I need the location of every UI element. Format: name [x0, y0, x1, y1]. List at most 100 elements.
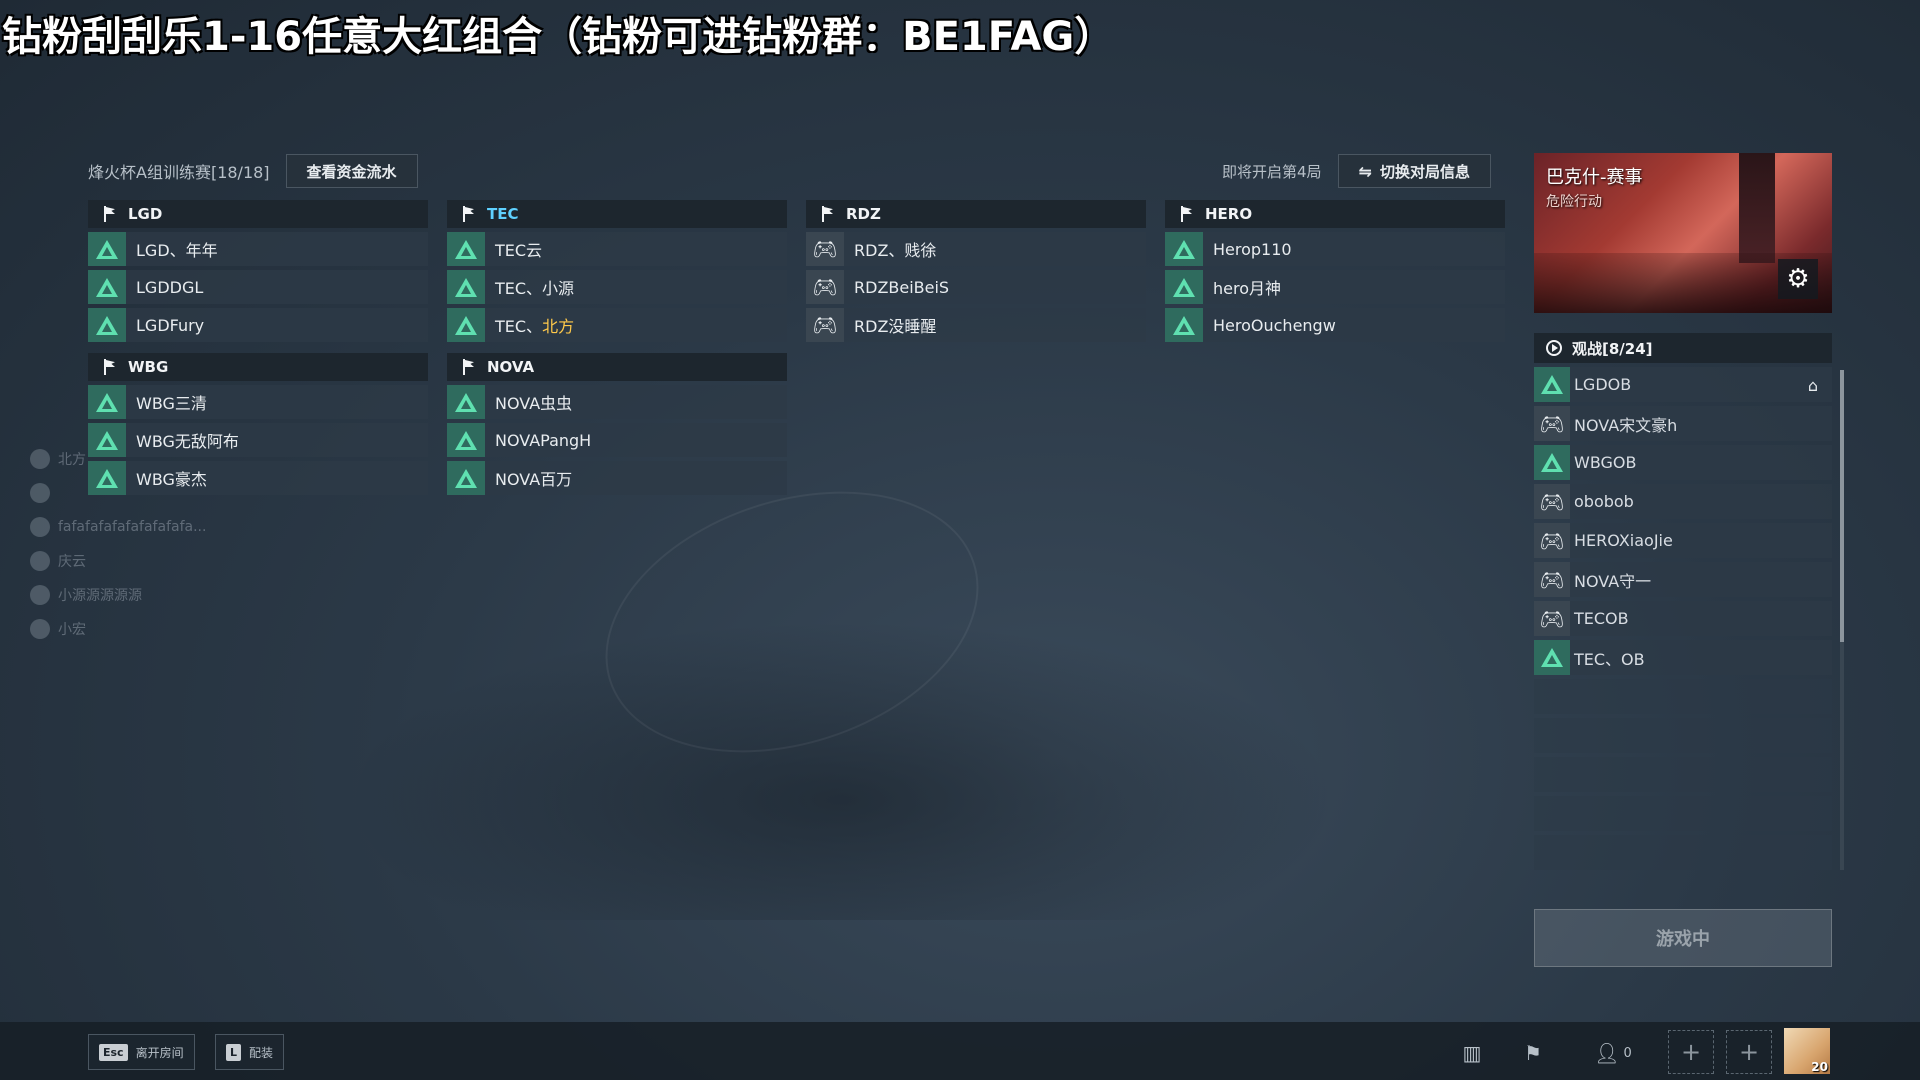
gamepad-icon: 🎮︎	[806, 232, 844, 266]
team-card-nova: NOVA NOVA虫虫 NOVAPangH NOVA百万	[447, 353, 787, 495]
flag-icon	[820, 206, 834, 222]
room-title: 烽火杯A组训练赛[18/18]	[88, 163, 270, 182]
map-card[interactable]: 巴克什-赛事 危险行动 ⚙	[1534, 153, 1832, 313]
triangle-icon	[1165, 270, 1203, 304]
avatar	[30, 517, 50, 537]
level-badge: 20	[1811, 1060, 1828, 1074]
round-note: 即将开启第4局	[1222, 162, 1322, 181]
avatar	[30, 585, 50, 605]
avatar	[30, 449, 50, 469]
flag-icon	[102, 206, 116, 222]
spectator-panel: 观战[8/24] LGDOB ⌂ 🎮︎ NOVA宋文豪h WBGOB 🎮︎ obobo…	[1534, 333, 1832, 870]
round-header: 即将开启第4局 ⇋ 切换对局信息	[1222, 154, 1491, 188]
spectator-slot[interactable]: 🎮︎ NOVA守一	[1534, 562, 1832, 597]
spectator-slot[interactable]: 🎮︎ HEROXiaoJie	[1534, 523, 1832, 558]
triangle-icon	[1534, 640, 1570, 675]
empty-spectator-slot[interactable]	[1534, 679, 1832, 714]
triangle-icon	[447, 270, 485, 304]
player-slot[interactable]: NOVA百万	[447, 461, 787, 495]
flag-icon	[1179, 206, 1193, 222]
triangle-icon	[1165, 308, 1203, 342]
team-card-tec: TEC TEC云 TEC、小源 TEC、北方	[447, 200, 787, 342]
gamepad-icon: 🎮︎	[1534, 562, 1570, 597]
loadout-button[interactable]: L 配装	[215, 1034, 285, 1070]
triangle-icon	[88, 308, 126, 342]
player-slot[interactable]: NOVA虫虫	[447, 385, 787, 419]
map-mode: 危险行动	[1546, 194, 1602, 210]
player-slot[interactable]: LGD、年年	[88, 232, 428, 266]
player-slot[interactable]: 🎮︎ RDZ没睡醒	[806, 308, 1146, 342]
team-card-rdz: RDZ 🎮︎ RDZ、贱徐 🎮︎ RDZBeiBeiS 🎮︎ RDZ没睡醒	[806, 200, 1146, 342]
spectator-scroll-thumb[interactable]	[1840, 370, 1844, 642]
chat-item: 小宏	[30, 612, 206, 646]
swap-icon: ⇋	[1358, 161, 1372, 181]
triangle-icon	[88, 461, 126, 495]
team-header: HERO	[1165, 200, 1505, 228]
team-header: LGD	[88, 200, 428, 228]
triangle-icon	[447, 461, 485, 495]
avatar	[30, 551, 50, 571]
triangle-icon	[1165, 232, 1203, 266]
player-slot[interactable]: 🎮︎ RDZ、贱徐	[806, 232, 1146, 266]
gamepad-icon: 🎮︎	[806, 308, 844, 342]
gamepad-icon: 🎮︎	[1534, 601, 1570, 636]
gamepad-icon: 🎮︎	[806, 270, 844, 304]
spectator-header: 观战[8/24]	[1534, 333, 1832, 363]
flag-icon[interactable]: ⚑	[1516, 1036, 1550, 1070]
l-key: L	[226, 1043, 242, 1061]
player-slot[interactable]: HeroOuchengw	[1165, 308, 1505, 342]
flag-icon	[102, 359, 116, 375]
player-slot[interactable]: NOVAPangH	[447, 423, 787, 457]
spectator-slot[interactable]: 🎮︎ NOVA宋文豪h	[1534, 406, 1832, 441]
gamepad-icon: 🎮︎	[1534, 523, 1570, 558]
gear-icon[interactable]: ⚙	[1778, 259, 1818, 299]
player-slot[interactable]: LGDFury	[88, 308, 428, 342]
player-slot[interactable]: TEC云	[447, 232, 787, 266]
triangle-icon	[88, 385, 126, 419]
player-slot[interactable]: 🎮︎ RDZBeiBeiS	[806, 270, 1146, 304]
empty-spectator-slot[interactable]	[1534, 718, 1832, 753]
friends-icon[interactable]: 👤︎ 0	[1588, 1036, 1638, 1070]
view-funds-button[interactable]: 查看资金流水	[285, 154, 418, 188]
map-title: 巴克什-赛事	[1546, 167, 1643, 188]
player-slot[interactable]: WBG三清	[88, 385, 428, 419]
spectator-slot[interactable]: 🎮︎ obobob	[1534, 484, 1832, 519]
triangle-icon	[1534, 445, 1570, 480]
empty-spectator-slot[interactable]	[1534, 796, 1832, 831]
triangle-icon	[447, 423, 485, 457]
room-header: 烽火杯A组训练赛[18/18] 查看资金流水	[88, 154, 418, 188]
leave-room-button[interactable]: Esc 离开房间	[88, 1034, 195, 1070]
add-party-slot[interactable]: +	[1668, 1030, 1714, 1074]
player-slot[interactable]: TEC、小源	[447, 270, 787, 304]
team-card-wbg: WBG WBG三清 WBG无敌阿布 WBG豪杰	[88, 353, 428, 495]
player-slot[interactable]: hero月神	[1165, 270, 1505, 304]
empty-spectator-slot[interactable]	[1534, 757, 1832, 792]
team-card-hero: HERO Herop110 hero月神 HeroOuchengw	[1165, 200, 1505, 342]
player-slot[interactable]: LGDDGL	[88, 270, 428, 304]
team-header: NOVA	[447, 353, 787, 381]
in-game-status-button[interactable]: 游戏中	[1534, 909, 1832, 967]
empty-spectator-slot[interactable]	[1534, 835, 1832, 870]
chat-item: 小源源源源源	[30, 578, 206, 612]
stats-icon[interactable]: ▥	[1455, 1036, 1489, 1070]
spectator-slot[interactable]: TEC、OB	[1534, 640, 1832, 675]
chat-item: 庆云	[30, 544, 206, 578]
triangle-icon	[447, 308, 485, 342]
spectator-slot[interactable]: LGDOB ⌂	[1534, 367, 1832, 402]
flag-icon	[461, 359, 475, 375]
spectator-slot[interactable]: 🎮︎ TECOB	[1534, 601, 1832, 636]
spectator-slot[interactable]: WBGOB	[1534, 445, 1832, 480]
player-slot[interactable]: WBG无敌阿布	[88, 423, 428, 457]
friends-count: 0	[1623, 1045, 1632, 1061]
avatar	[30, 483, 50, 503]
player-slot[interactable]: WBG豪杰	[88, 461, 428, 495]
triangle-icon	[1534, 367, 1570, 402]
add-party-slot[interactable]: +	[1726, 1030, 1772, 1074]
avatar[interactable]: 20	[1784, 1028, 1830, 1074]
player-slot[interactable]: TEC、北方	[447, 308, 787, 342]
swap-match-info-button[interactable]: ⇋ 切换对局信息	[1337, 154, 1491, 188]
team-header: WBG	[88, 353, 428, 381]
player-slot[interactable]: Herop110	[1165, 232, 1505, 266]
map-preview-tower	[1739, 153, 1775, 263]
triangle-icon	[447, 232, 485, 266]
